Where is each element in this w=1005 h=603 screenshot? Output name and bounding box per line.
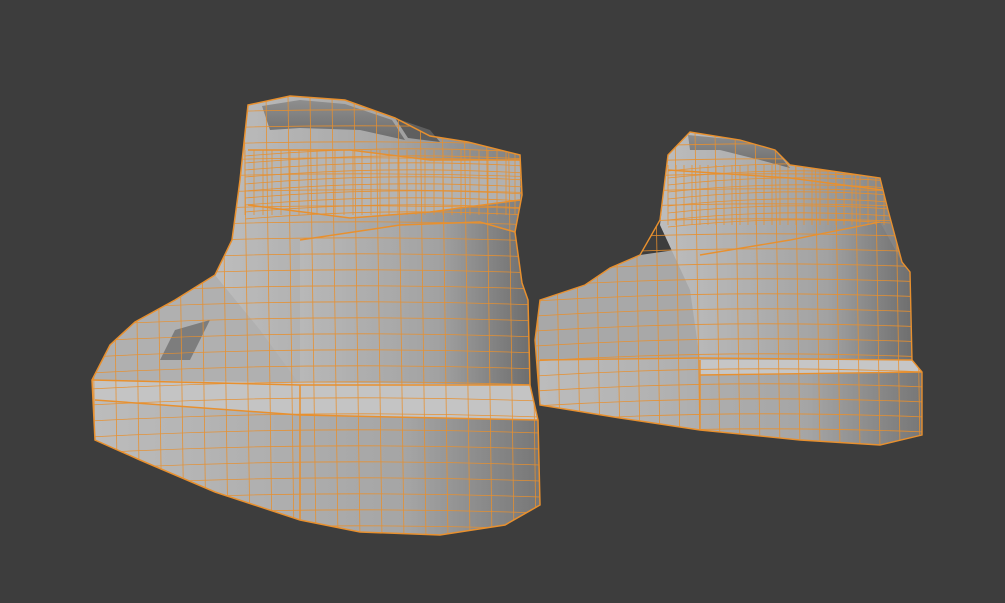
3d-viewport[interactable]: [0, 0, 1005, 603]
right-sneaker[interactable]: [534, 129, 925, 451]
left-sneaker[interactable]: [90, 94, 541, 540]
scene-canvas[interactable]: [0, 0, 1005, 603]
